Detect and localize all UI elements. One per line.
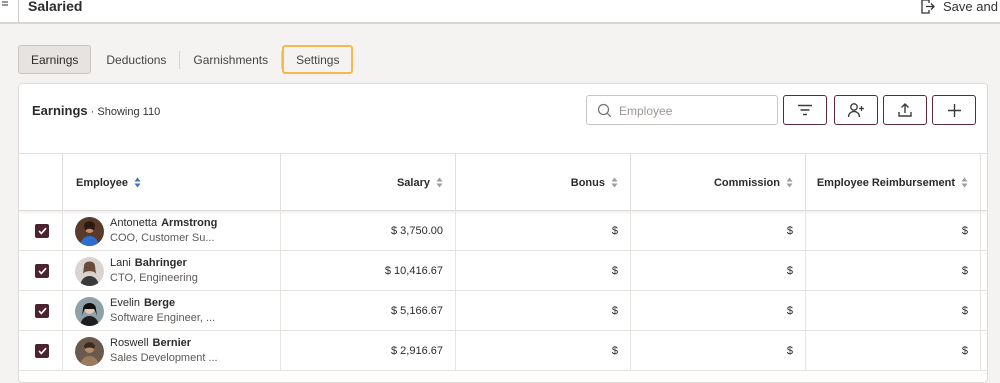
column-commission[interactable]: Commission [631,154,806,211]
tab-garnishments[interactable]: Garnishments [180,45,281,74]
tab-deductions[interactable]: Deductions [93,45,179,74]
add-employee-button[interactable] [834,95,878,125]
search-icon [597,103,612,118]
commission-cell[interactable]: $ [631,211,806,251]
card-title-text: Earnings [32,103,88,118]
employee-cell[interactable]: Roswell Bernier Sales Development ... [63,331,281,371]
salary-cell[interactable]: $ 2,916.67 [281,331,456,371]
plus-icon [947,103,961,117]
employee-role: CTO, Engineering [110,272,198,284]
avatar [75,336,104,366]
salary-cell[interactable]: $ 5,166.67 [281,291,456,331]
employee-cell[interactable]: Antonetta Armstrong COO, Customer Su... [63,211,281,251]
column-bonus[interactable]: Bonus [456,154,631,211]
row-checkbox[interactable] [35,224,49,238]
table-row[interactable]: Roswell Bernier Sales Development ... $ 2… [19,331,987,371]
add-user-icon [847,103,864,118]
table-row[interactable]: Lani Bahringer CTO, Engineering $ 10,416.… [19,251,987,291]
row-select-cell [19,211,63,251]
employee-last-name: Armstrong [161,217,218,229]
employee-last-name: Bahringer [134,257,187,269]
row-checkbox[interactable] [35,344,49,358]
divider [18,0,19,24]
row-checkbox[interactable] [35,264,49,278]
page-title: Salaried [28,0,83,14]
reimbursement-cell[interactable]: $ [806,331,981,371]
employee-first-name: Antonetta [110,217,158,229]
filter-button[interactable] [783,95,827,125]
salary-cell[interactable]: $ 10,416.67 [281,251,456,291]
sort-icon[interactable] [611,177,618,188]
reimbursement-cell[interactable]: $ [806,211,981,251]
table-row[interactable]: Evelin Berge Software Engineer, ... $ 5,1… [19,291,987,331]
add-button[interactable] [932,95,976,125]
employee-role: COO, Customer Su... [110,232,215,244]
top-bar: Salaried Save and [0,0,1000,24]
column-bonus-label: Bonus [570,176,605,189]
save-button-label: Save and [943,0,998,14]
export-button[interactable] [883,95,927,125]
select-column-header [19,154,63,211]
bonus-cell[interactable]: $ [456,251,631,291]
checkbox-checked-icon [37,227,47,235]
row-select-cell [19,251,63,291]
column-reimbursement[interactable]: Employee Reimbursement [806,154,981,211]
drag-handle-icon[interactable] [2,1,10,13]
employee-role: Sales Development ... [110,352,218,364]
avatar [75,216,104,246]
row-select-cell [19,291,63,331]
save-exit-icon [921,0,935,14]
avatar [75,256,104,286]
column-employee-label: Employee [76,176,128,189]
tab-earnings[interactable]: Earnings [18,45,92,74]
row-select-cell [19,331,63,371]
table-row[interactable]: Antonetta Armstrong COO, Customer Su... $… [19,211,987,251]
sort-active-icon[interactable] [134,177,141,188]
column-commission-label: Commission [713,176,780,189]
earnings-card: Earnings · Showing 110 Employee Salary [18,83,988,383]
employee-first-name: Roswell [110,337,149,349]
bonus-cell[interactable]: $ [456,211,631,251]
save-button[interactable]: Save and [920,0,998,14]
reimbursement-cell[interactable]: $ [806,251,981,291]
checkbox-checked-icon [37,267,47,275]
employee-cell[interactable]: Evelin Berge Software Engineer, ... [63,291,281,331]
avatar [75,296,104,326]
column-salary[interactable]: Salary [281,154,456,211]
row-checkbox[interactable] [35,304,49,318]
sort-icon[interactable] [786,177,793,188]
tab-settings[interactable]: Settings [282,45,354,74]
tab-bar: Earnings Deductions Garnishments Setting… [18,45,354,74]
commission-cell[interactable]: $ [631,291,806,331]
commission-cell[interactable]: $ [631,251,806,291]
employee-search[interactable] [586,95,778,125]
sort-icon[interactable] [436,177,443,188]
sort-icon[interactable] [961,177,968,188]
employee-last-name: Berge [143,297,176,309]
bonus-cell[interactable]: $ [456,291,631,331]
card-header: Earnings · Showing 110 [19,84,987,154]
filter-icon [798,104,812,116]
column-salary-label: Salary [396,176,430,189]
column-employee[interactable]: Employee [63,154,281,211]
upload-icon [898,103,912,117]
search-input[interactable] [619,102,769,119]
column-reimbursement-label: Employee Reimbursement [816,176,955,189]
employee-role: Software Engineer, ... [110,312,216,324]
checkbox-checked-icon [37,307,47,315]
showing-count: · Showing 110 [87,106,161,118]
employee-cell[interactable]: Lani Bahringer CTO, Engineering [63,251,281,291]
employee-first-name: Evelin [110,297,140,309]
card-title: Earnings · Showing 110 [32,103,160,118]
checkbox-checked-icon [37,347,47,355]
reimbursement-cell[interactable]: $ [806,291,981,331]
salary-cell[interactable]: $ 3,750.00 [281,211,456,251]
employee-last-name: Bernier [152,337,192,349]
commission-cell[interactable]: $ [631,331,806,371]
table-header: Employee Salary Bonus Commission Employe… [19,154,987,211]
bonus-cell[interactable]: $ [456,331,631,371]
employee-first-name: Lani [110,257,131,269]
